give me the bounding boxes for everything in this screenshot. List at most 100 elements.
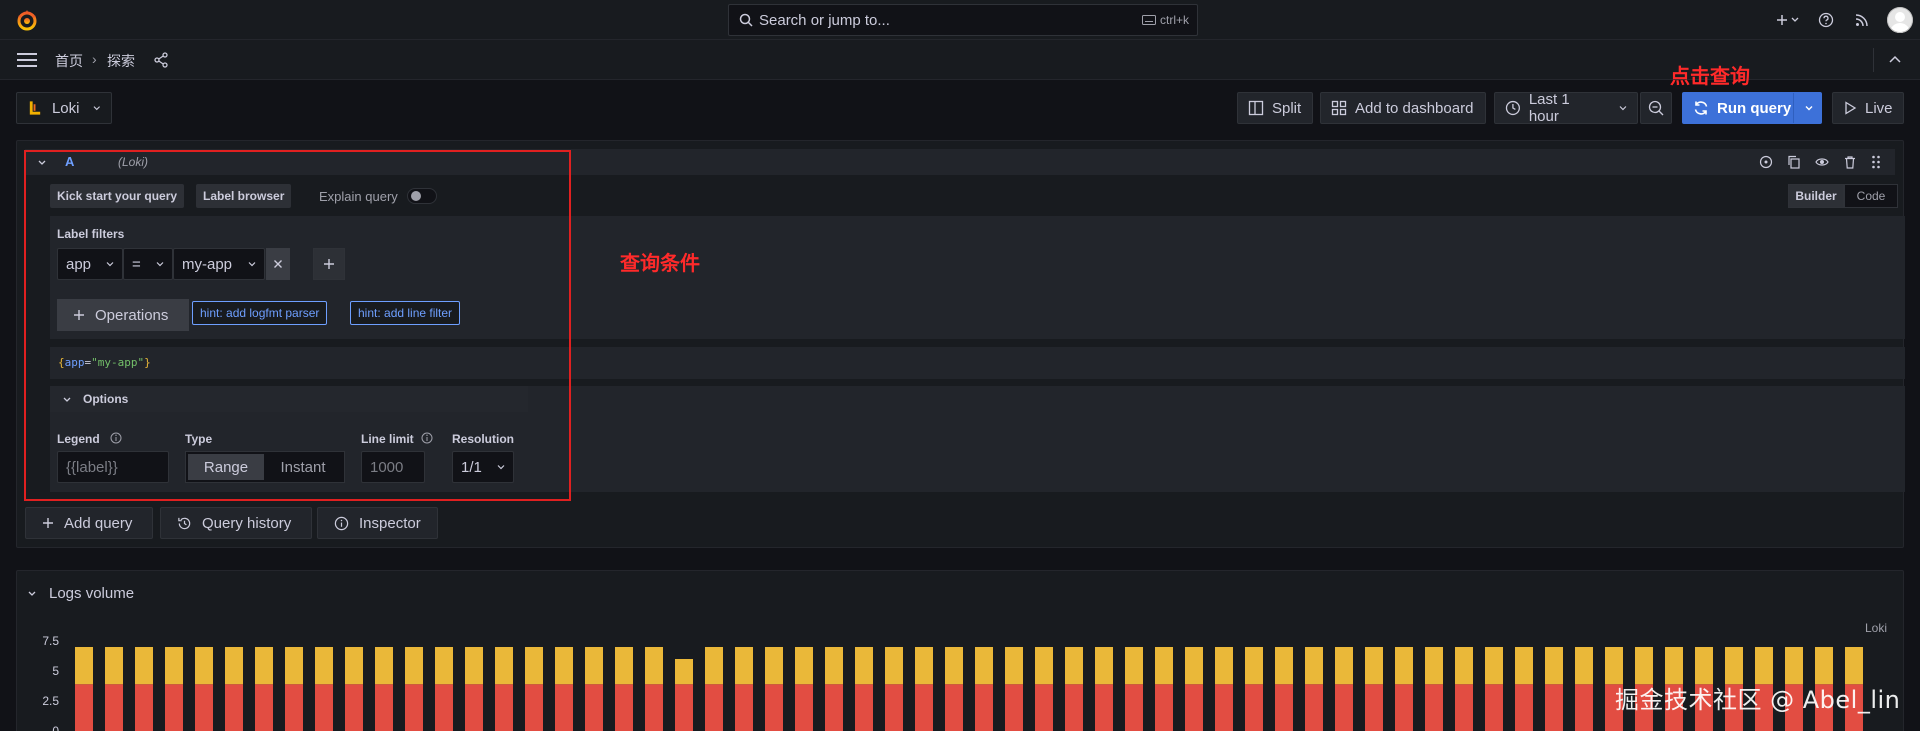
volume-bar-lower[interactable]	[1215, 684, 1233, 731]
volume-bar-upper[interactable]	[1755, 647, 1773, 685]
volume-bar-lower[interactable]	[1095, 684, 1113, 731]
volume-bar-lower[interactable]	[555, 684, 573, 731]
copy-icon[interactable]	[1787, 155, 1801, 169]
volume-bar-upper[interactable]	[435, 647, 453, 685]
volume-bar-lower[interactable]	[195, 684, 213, 731]
volume-bar-lower[interactable]	[165, 684, 183, 731]
volume-bar-lower[interactable]	[1305, 684, 1323, 731]
volume-bar-upper[interactable]	[1575, 647, 1593, 685]
help-button[interactable]	[1808, 6, 1844, 34]
volume-bar-lower[interactable]	[465, 684, 483, 731]
volume-bar-lower[interactable]	[795, 684, 813, 731]
volume-bar-upper[interactable]	[1035, 647, 1053, 685]
volume-bar-upper[interactable]	[225, 647, 243, 685]
volume-bar-upper[interactable]	[1125, 647, 1143, 685]
volume-bar-upper[interactable]	[765, 647, 783, 685]
datasource-picker[interactable]: Loki	[16, 92, 112, 124]
volume-bar-lower[interactable]	[1395, 684, 1413, 731]
volume-bar-upper[interactable]	[1785, 647, 1803, 685]
volume-bar-upper[interactable]	[1185, 647, 1203, 685]
volume-bar-upper[interactable]	[915, 647, 933, 685]
news-button[interactable]	[1844, 6, 1880, 34]
volume-bar-lower[interactable]	[705, 684, 723, 731]
query-history-button[interactable]: Query history	[160, 507, 312, 539]
volume-bar-upper[interactable]	[495, 647, 513, 685]
volume-bar-upper[interactable]	[1065, 647, 1083, 685]
volume-bar-lower[interactable]	[1575, 684, 1593, 731]
volume-bar-upper[interactable]	[105, 647, 123, 685]
volume-bar-lower[interactable]	[1035, 684, 1053, 731]
volume-bar-lower[interactable]	[1245, 684, 1263, 731]
volume-bar-lower[interactable]	[1455, 684, 1473, 731]
new-menu-button[interactable]	[1768, 6, 1808, 34]
volume-bar-upper[interactable]	[195, 647, 213, 685]
volume-bar-lower[interactable]	[495, 684, 513, 731]
volume-bar-lower[interactable]	[1365, 684, 1383, 731]
drag-handle-icon[interactable]	[1871, 154, 1881, 170]
volume-bar-upper[interactable]	[75, 647, 93, 685]
volume-bar-lower[interactable]	[525, 684, 543, 731]
volume-bar-upper[interactable]	[1605, 647, 1623, 685]
volume-bar-upper[interactable]	[1365, 647, 1383, 685]
volume-bar-upper[interactable]	[795, 647, 813, 685]
volume-bar-upper[interactable]	[1215, 647, 1233, 685]
volume-bar-upper[interactable]	[1275, 647, 1293, 685]
volume-bar-lower[interactable]	[135, 684, 153, 731]
volume-bar-upper[interactable]	[135, 647, 153, 685]
breadcrumb-home[interactable]: 首页	[55, 51, 83, 71]
volume-bar-lower[interactable]	[945, 684, 963, 731]
volume-bar-upper[interactable]	[825, 647, 843, 685]
volume-bar-lower[interactable]	[75, 684, 93, 731]
volume-bar-lower[interactable]	[765, 684, 783, 731]
volume-bar-upper[interactable]	[285, 647, 303, 685]
volume-bar-lower[interactable]	[345, 684, 363, 731]
volume-bar-lower[interactable]	[1335, 684, 1353, 731]
volume-bar-upper[interactable]	[255, 647, 273, 685]
menu-toggle-button[interactable]	[17, 52, 37, 68]
volume-bar-upper[interactable]	[555, 647, 573, 685]
code-mode-tab[interactable]: Code	[1844, 184, 1898, 208]
volume-bar-upper[interactable]	[1545, 647, 1563, 685]
volume-bar-upper[interactable]	[375, 647, 393, 685]
volume-bar-upper[interactable]	[1635, 647, 1653, 685]
volume-bar-lower[interactable]	[1425, 684, 1443, 731]
trash-icon[interactable]	[1843, 155, 1857, 169]
volume-bar-lower[interactable]	[885, 684, 903, 731]
add-to-dashboard-button[interactable]: Add to dashboard	[1320, 92, 1486, 124]
collapse-header-button[interactable]	[1888, 53, 1902, 67]
volume-bar-lower[interactable]	[675, 684, 693, 731]
volume-bar-upper[interactable]	[645, 647, 663, 685]
volume-bar-lower[interactable]	[915, 684, 933, 731]
volume-bar-upper[interactable]	[1395, 647, 1413, 685]
volume-bar-upper[interactable]	[1515, 647, 1533, 685]
builder-mode-tab[interactable]: Builder	[1788, 184, 1844, 208]
volume-bar-upper[interactable]	[345, 647, 363, 685]
share-button[interactable]	[154, 52, 168, 68]
volume-bar-lower[interactable]	[855, 684, 873, 731]
volume-bar-upper[interactable]	[705, 647, 723, 685]
volume-bar-upper[interactable]	[1155, 647, 1173, 685]
volume-bar-upper[interactable]	[465, 647, 483, 685]
volume-bar-upper[interactable]	[1245, 647, 1263, 685]
volume-bar-upper[interactable]	[1485, 647, 1503, 685]
volume-bar-lower[interactable]	[375, 684, 393, 731]
volume-bar-lower[interactable]	[405, 684, 423, 731]
live-button[interactable]: Live	[1832, 92, 1904, 124]
volume-bar-upper[interactable]	[615, 647, 633, 685]
volume-bar-upper[interactable]	[1425, 647, 1443, 685]
volume-bar-upper[interactable]	[1845, 647, 1863, 685]
volume-bar-upper[interactable]	[885, 647, 903, 685]
volume-bar-upper[interactable]	[1695, 647, 1713, 685]
volume-bar-upper[interactable]	[1725, 647, 1743, 685]
volume-bar-lower[interactable]	[1185, 684, 1203, 731]
volume-bar-upper[interactable]	[945, 647, 963, 685]
volume-bar-upper[interactable]	[1095, 647, 1113, 685]
volume-bar-lower[interactable]	[645, 684, 663, 731]
run-query-button[interactable]: Run query	[1682, 92, 1822, 124]
eye-icon[interactable]	[1815, 155, 1829, 169]
volume-bar-lower[interactable]	[975, 684, 993, 731]
volume-bar-upper[interactable]	[1005, 647, 1023, 685]
volume-bar-lower[interactable]	[225, 684, 243, 731]
volume-bar-lower[interactable]	[1005, 684, 1023, 731]
volume-bar-upper[interactable]	[315, 647, 333, 685]
